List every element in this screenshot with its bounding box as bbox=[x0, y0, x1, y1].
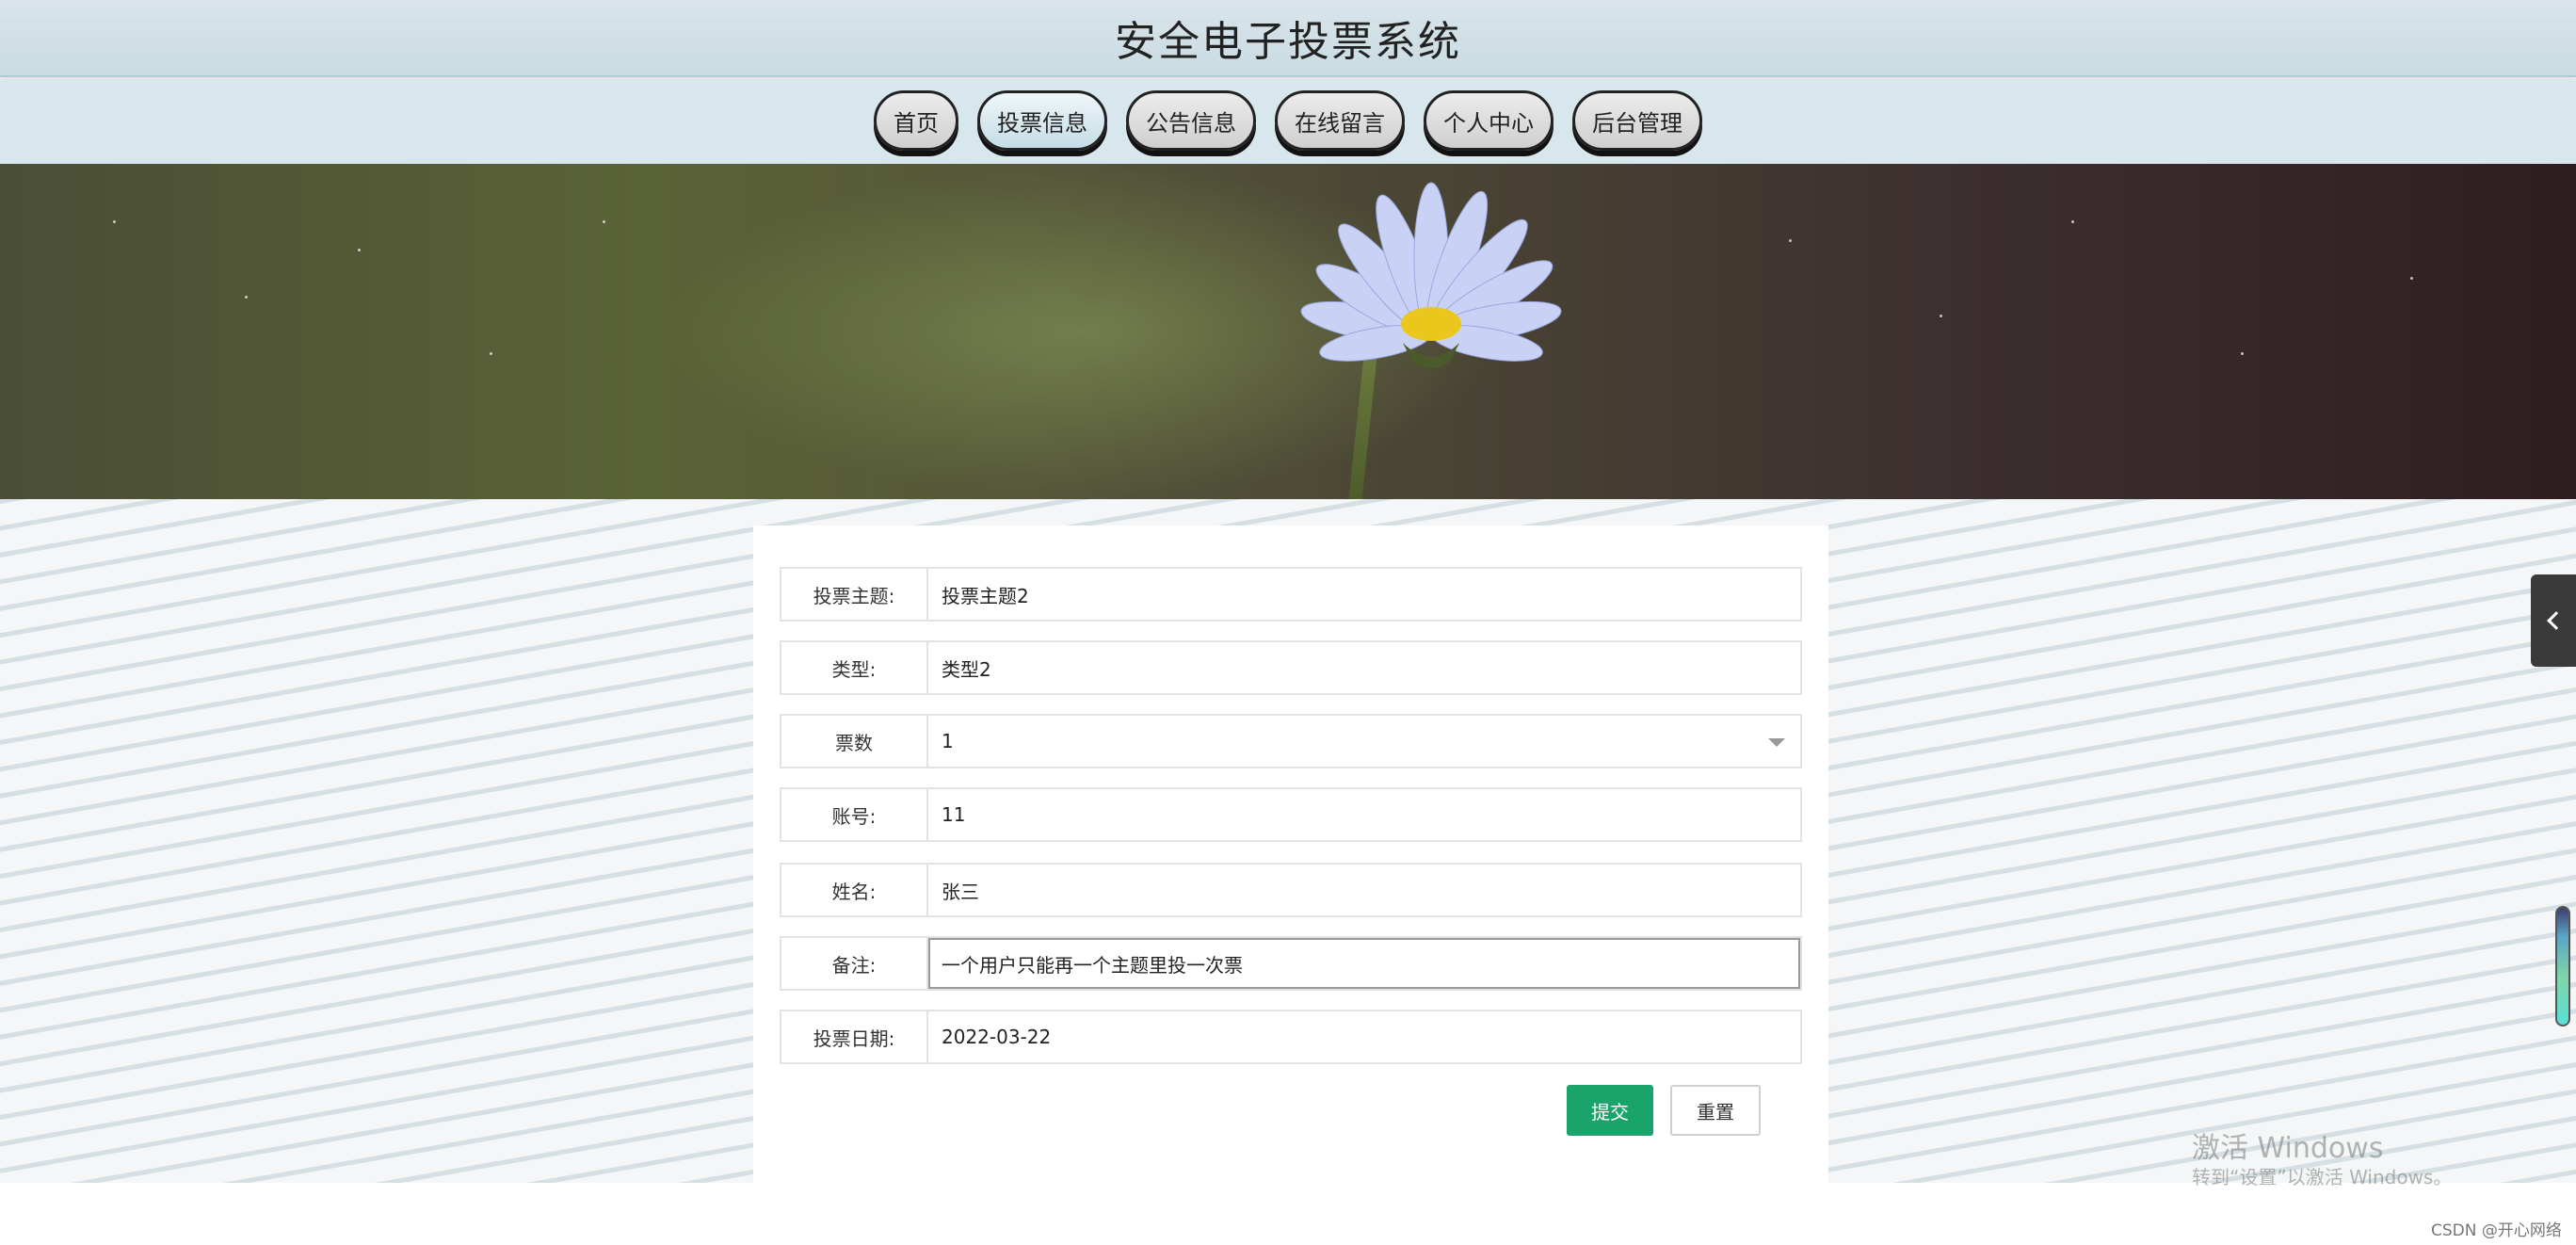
chevron-left-icon bbox=[2547, 611, 2566, 630]
select-value: 1 bbox=[942, 730, 954, 752]
vote-topic-input[interactable] bbox=[928, 569, 1800, 620]
site-title: 安全电子投票系统 bbox=[1115, 18, 1461, 66]
account-input[interactable] bbox=[928, 789, 1800, 840]
reset-button[interactable]: 重置 bbox=[1670, 1085, 1761, 1136]
field-label: 账号: bbox=[781, 789, 928, 840]
vote-form-card: 投票主题: 类型: 票数 1 账号: 姓名: 备注: 投票日期: 提交 重置 bbox=[753, 525, 1828, 1185]
vote-count-select[interactable]: 1 bbox=[928, 716, 1800, 767]
windows-activation-title: 激活 Windows bbox=[2192, 1132, 2384, 1165]
windows-activation-subtitle: 转到“设置”以激活 Windows。 bbox=[2192, 1166, 2453, 1188]
field-label: 投票日期: bbox=[781, 1011, 928, 1062]
speck bbox=[2410, 277, 2413, 280]
speck bbox=[113, 220, 116, 223]
main-nav: 首页 投票信息 公告信息 在线留言 个人中心 后台管理 bbox=[0, 79, 2576, 164]
speck bbox=[358, 249, 361, 251]
nav-item-messages[interactable]: 在线留言 bbox=[1275, 90, 1405, 151]
site-header: 安全电子投票系统 bbox=[0, 0, 2576, 77]
name-input[interactable] bbox=[928, 865, 1800, 915]
field-label: 类型: bbox=[781, 642, 928, 693]
scroll-indicator[interactable] bbox=[2555, 906, 2570, 1027]
nav-item-vote-info[interactable]: 投票信息 bbox=[977, 90, 1107, 151]
type-input[interactable] bbox=[928, 642, 1800, 693]
vote-date-input[interactable] bbox=[928, 1011, 1800, 1062]
nav-item-personal-center[interactable]: 个人中心 bbox=[1424, 90, 1554, 151]
chevron-down-icon bbox=[1768, 738, 1785, 747]
form-row-vote-count: 票数 1 bbox=[780, 714, 1802, 768]
daisy-flower bbox=[1300, 182, 1562, 369]
field-label: 备注: bbox=[781, 938, 928, 989]
banner-image bbox=[0, 164, 2576, 499]
nav-item-announcements[interactable]: 公告信息 bbox=[1126, 90, 1256, 151]
submit-button[interactable]: 提交 bbox=[1567, 1085, 1653, 1136]
form-row-vote-topic: 投票主题: bbox=[780, 567, 1802, 622]
csdn-credit: CSDN @开心网络 bbox=[2431, 1221, 2562, 1240]
field-label: 票数 bbox=[781, 716, 928, 767]
form-row-account: 账号: bbox=[780, 787, 1802, 842]
form-row-name: 姓名: bbox=[780, 863, 1802, 917]
speck bbox=[1940, 315, 1942, 317]
speck bbox=[490, 352, 492, 355]
field-label: 姓名: bbox=[781, 865, 928, 915]
field-label: 投票主题: bbox=[781, 569, 928, 620]
form-row-vote-date: 投票日期: bbox=[780, 1010, 1802, 1064]
speck bbox=[2071, 220, 2074, 223]
remark-input[interactable] bbox=[928, 938, 1800, 989]
form-row-type: 类型: bbox=[780, 640, 1802, 695]
nav-item-admin[interactable]: 后台管理 bbox=[1572, 90, 1702, 151]
form-row-remark: 备注: bbox=[780, 936, 1802, 991]
speck bbox=[603, 220, 605, 223]
speck bbox=[245, 296, 248, 299]
speck bbox=[2241, 352, 2244, 355]
nav-item-home[interactable]: 首页 bbox=[874, 90, 958, 151]
speck bbox=[1789, 239, 1792, 242]
side-panel-toggle[interactable] bbox=[2531, 574, 2576, 667]
